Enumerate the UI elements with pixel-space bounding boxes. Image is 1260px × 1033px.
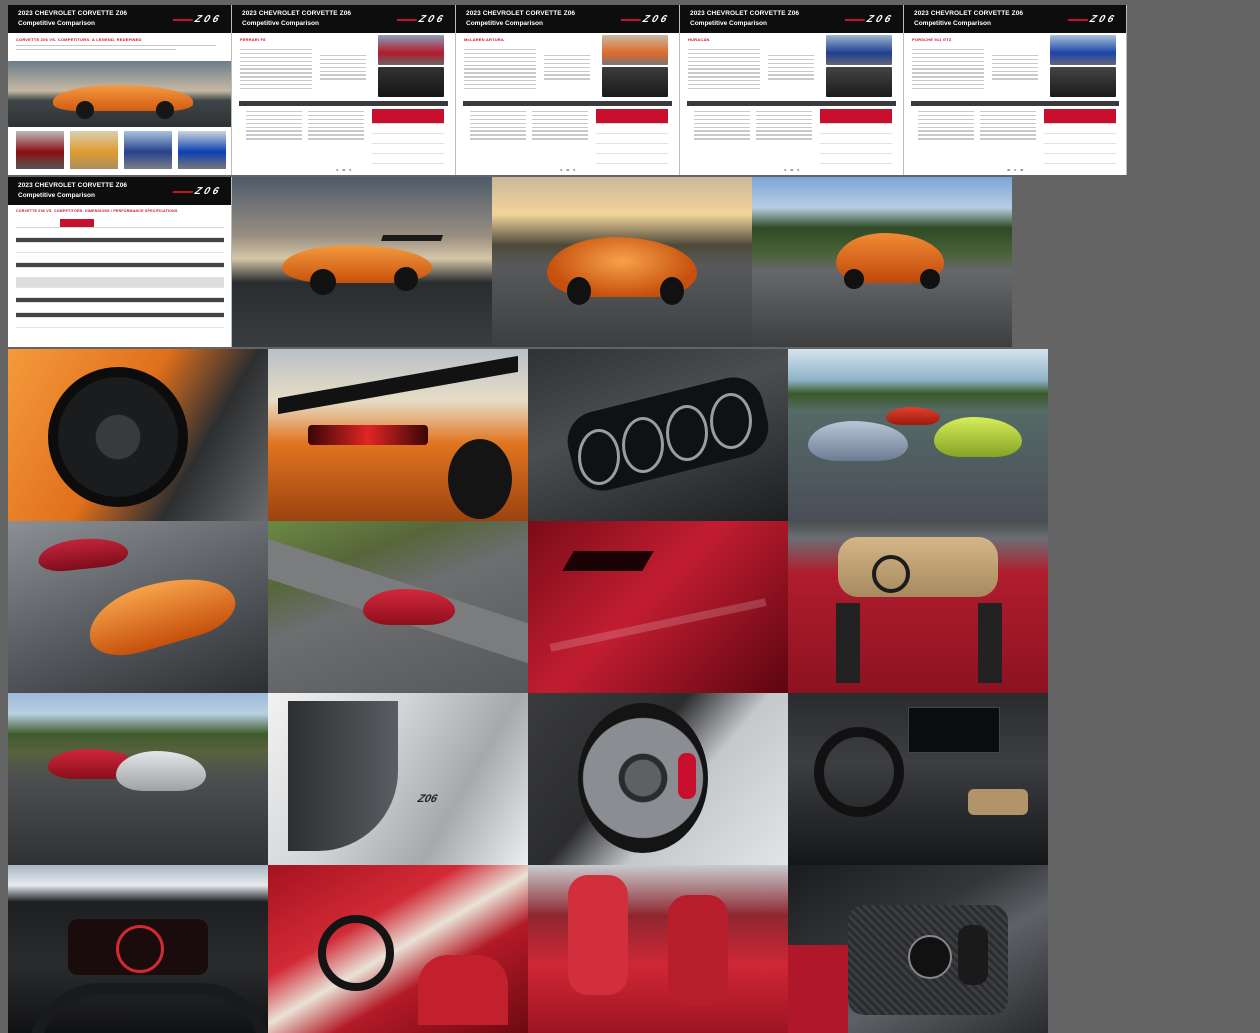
cover-photo — [8, 61, 231, 127]
body-text — [688, 49, 760, 92]
highlight-box — [820, 109, 892, 123]
highlight-box — [1044, 109, 1116, 123]
photo-quad-exhaust-closeup[interactable] — [528, 349, 788, 521]
z06-badge: Z06 — [416, 793, 439, 805]
body-text — [544, 55, 590, 82]
body-text — [470, 111, 526, 142]
z06-logo: Z06 — [192, 186, 223, 197]
page-dots — [559, 168, 576, 171]
section-heading: CORVETTE Z06 VS. COMPETITORS: A LEGEND, … — [16, 37, 142, 42]
page-photo — [826, 67, 892, 97]
comparison-table — [820, 123, 892, 164]
photo-orange-rear-wing[interactable] — [268, 349, 528, 521]
body-text — [912, 49, 984, 92]
body-text — [464, 49, 536, 92]
photo-carbon-center-console[interactable] — [788, 865, 1048, 1033]
photo-red-interior-cabin[interactable] — [268, 865, 528, 1033]
comparison-table — [372, 123, 444, 164]
z06-logo: Z06 — [416, 14, 447, 25]
body-text — [308, 111, 364, 142]
page-header: 2023 CHEVROLET CORVETTE Z06 Competitive … — [8, 5, 231, 33]
photo-red-convertible-overhead-interior[interactable] — [788, 521, 1048, 693]
table-header-bar — [911, 101, 1119, 106]
body-text — [980, 111, 1036, 142]
body-text — [756, 111, 812, 142]
page-dots — [1007, 168, 1023, 171]
photo-silver-z06-badge[interactable]: Z06 — [268, 693, 528, 865]
highlight-box — [596, 109, 668, 123]
page-header: 2023 CHEVROLET CORVETTE Z06 Competitive … — [232, 5, 455, 33]
brochure-page-porsche[interactable]: 2023 CHEVROLET CORVETTE Z06 Competitive … — [904, 5, 1127, 175]
z06-logo: Z06 — [864, 14, 895, 25]
photo-three-cars-track[interactable] — [788, 349, 1048, 521]
page-photo — [826, 35, 892, 65]
body-text — [992, 55, 1038, 82]
brochure-page-lamborghini[interactable]: 2023 CHEVROLET CORVETTE Z06 Competitive … — [680, 5, 904, 175]
photo-orange-coupe-front[interactable] — [492, 177, 752, 347]
section-heading: McLAREN ARTURA — [464, 37, 504, 42]
highlight-box — [372, 109, 444, 123]
table-header-bar — [239, 101, 448, 106]
body-text — [694, 111, 750, 142]
photo-gauge-cluster-view[interactable] — [8, 865, 268, 1033]
body-text — [16, 45, 216, 53]
body-text — [320, 55, 366, 82]
photo-red-and-orange-convertibles[interactable] — [8, 521, 268, 693]
page-dots — [335, 168, 352, 171]
page-photo — [1050, 67, 1116, 97]
page-header: 2023 CHEVROLET CORVETTE Z06 Competitive … — [904, 5, 1126, 33]
highlight-column — [60, 219, 94, 227]
brochure-page-mclaren[interactable]: 2023 CHEVROLET CORVETTE Z06 Competitive … — [456, 5, 680, 175]
page-photo — [602, 35, 668, 65]
z06-logo: Z06 — [192, 14, 223, 25]
page-header: 2023 CHEVROLET CORVETTE Z06 Competitive … — [456, 5, 679, 33]
comparison-table — [596, 123, 668, 164]
brochure-page-cover[interactable]: 2023 CHEVROLET CORVETTE Z06 Competitive … — [8, 5, 232, 175]
z06-logo: Z06 — [1087, 14, 1118, 25]
photo-red-and-silver-track[interactable] — [8, 693, 268, 865]
photo-red-side-intake[interactable] — [528, 521, 788, 693]
page-photo — [602, 67, 668, 97]
spec-table — [16, 227, 224, 328]
table-header-bar — [687, 101, 896, 106]
body-text — [240, 49, 312, 92]
section-heading: CORVETTE Z06 VS. COMPETITORS: DIMENSIONS… — [16, 209, 178, 213]
page-photo — [1050, 35, 1116, 65]
comparison-table — [1044, 123, 1116, 164]
photo-red-convertible-track[interactable] — [268, 521, 528, 693]
page-header: 2023 CHEVROLET CORVETTE Z06 Competitive … — [8, 177, 231, 205]
photo-silver-wheel-red-caliper[interactable] — [528, 693, 788, 865]
body-text — [246, 111, 302, 142]
page-header: 2023 CHEVROLET CORVETTE Z06 Competitive … — [680, 5, 903, 33]
page-dots — [783, 168, 800, 171]
photo-dashboard-steering-wheel[interactable] — [788, 693, 1048, 865]
section-heading: HURACÁN — [688, 37, 710, 42]
page-photo — [378, 35, 444, 65]
z06-logo: Z06 — [640, 14, 671, 25]
body-text — [918, 111, 974, 142]
page-photo — [378, 67, 444, 97]
photo-orange-coupe-track-rear[interactable] — [752, 177, 1012, 347]
photo-red-seats[interactable] — [528, 865, 788, 1033]
section-heading: FERRARI F8 — [240, 37, 266, 42]
brochure-page-ferrari[interactable]: 2023 CHEVROLET CORVETTE Z06 Competitive … — [232, 5, 456, 175]
body-text — [768, 55, 814, 82]
table-header-bar — [463, 101, 672, 106]
body-text — [532, 111, 588, 142]
photo-orange-coupe-rear-sunset[interactable] — [232, 177, 492, 347]
section-heading: PORSCHE 911 GT3 — [912, 37, 952, 42]
photo-orange-wheel-closeup[interactable] — [8, 349, 268, 521]
brochure-page-specs[interactable]: 2023 CHEVROLET CORVETTE Z06 Competitive … — [8, 177, 232, 347]
